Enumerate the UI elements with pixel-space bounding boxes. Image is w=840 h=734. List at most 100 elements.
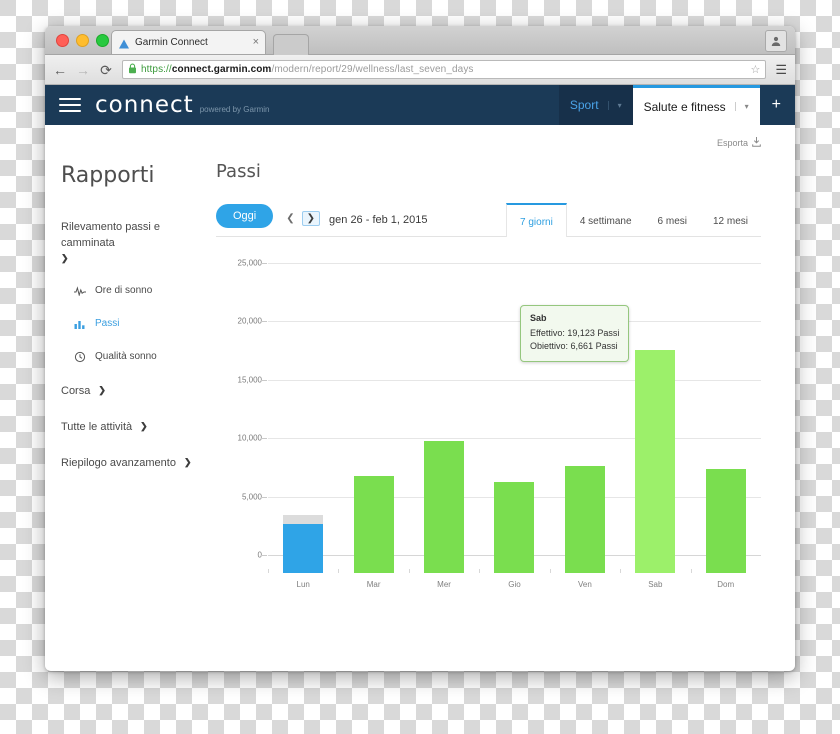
app-body: Rapporti Rilevamento passi e camminata ❯… — [45, 155, 795, 589]
window-traffic-lights[interactable] — [56, 34, 109, 47]
hamburger-menu-icon[interactable]: ☰ — [775, 63, 787, 76]
clock-icon — [74, 351, 86, 363]
app-menu-icon[interactable] — [59, 98, 81, 112]
app-nav-tabs: Sport ▾ Salute e fitness ▾ + — [558, 85, 795, 125]
close-window-button[interactable] — [56, 34, 69, 47]
add-widget-button[interactable]: + — [759, 85, 795, 125]
user-avatar-icon[interactable] — [765, 30, 787, 52]
bar-fill — [353, 476, 394, 573]
y-tick-mark — [261, 321, 267, 323]
sidebar-item-passi[interactable]: Passi — [74, 318, 210, 330]
x-axis-tick-label: Ven — [577, 580, 592, 589]
x-tick-mark — [549, 569, 551, 573]
new-tab-button[interactable] — [273, 34, 309, 55]
chart-bar-column[interactable]: Mer — [408, 263, 479, 589]
range-tabs: 7 giorni 4 settimane 6 mesi 12 mesi — [506, 202, 761, 237]
tab-4-settimane[interactable]: 4 settimane — [567, 204, 645, 236]
x-axis-tick-label: Gio — [508, 580, 521, 589]
padlock-icon — [128, 61, 137, 79]
x-tick-mark — [408, 569, 410, 573]
y-axis-tick-label: 20,000 — [237, 316, 262, 326]
bookmark-star-icon[interactable]: ☆ — [750, 63, 760, 76]
bar-fill — [705, 469, 746, 573]
url-host: connect.garmin.com — [171, 64, 272, 75]
chevron-right-icon: ❯ — [61, 252, 69, 263]
sidebar-group-label: Rilevamento passi e camminata — [61, 221, 161, 249]
tooltip-actual-label: Effettivo: — [530, 327, 565, 338]
x-tick-mark — [268, 569, 269, 573]
garmin-connect-app: connect powered by Garmin Sport ▾ Salute… — [45, 85, 795, 670]
chart-bar[interactable] — [705, 469, 746, 573]
app-brand: connect powered by Garmin — [95, 92, 270, 118]
y-axis: 0 5,000 10,000 15,000 20,000 25,000 — [220, 259, 268, 573]
goal-segment — [283, 514, 324, 524]
sidebar-group-corsa[interactable]: Corsa ❯ — [61, 384, 210, 400]
steps-bar-chart: 0 5,000 10,000 15,000 20,000 25,000 Lun Mar Mer… — [220, 259, 761, 589]
page-title: Rapporti — [61, 163, 155, 188]
chart-bar[interactable] — [564, 465, 605, 573]
next-period-button[interactable]: ❯ — [301, 211, 321, 226]
tooltip-day: Sab — [530, 313, 547, 323]
x-tick-mark — [338, 569, 340, 573]
sidebar-item-label: Qualità sonno — [95, 351, 157, 363]
sidebar-item-ore-di-sonno[interactable]: Ore di sonno — [74, 285, 210, 297]
chart-bar[interactable] — [635, 349, 676, 573]
x-axis-tick-label: Mer — [437, 580, 451, 589]
url-path: /modern/report/29/wellness/last_seven_da… — [271, 64, 474, 75]
address-bar[interactable]: https://connect.garmin.com/modern/report… — [122, 60, 767, 79]
sidebar-group-tutte-le-attivita[interactable]: Tutte le attività ❯ — [61, 420, 210, 436]
browser-tab-title: Garmin Connect — [135, 37, 208, 48]
tab-7-giorni[interactable]: 7 giorni — [506, 203, 567, 237]
chart-bar[interactable] — [283, 514, 324, 573]
export-button[interactable]: Esporta — [717, 137, 761, 149]
sidebar: Rapporti Rilevamento passi e camminata ❯… — [45, 155, 210, 573]
export-row: Esporta — [45, 125, 795, 155]
y-axis-tick-label: 15,000 — [237, 375, 262, 385]
tab-12-mesi[interactable]: 12 mesi — [700, 204, 761, 236]
y-tick-mark — [261, 496, 267, 498]
sidebar-group-riepilogo-avanzamento[interactable]: Riepilogo avanzamento ❯ — [61, 456, 210, 472]
x-tick-mark — [620, 569, 622, 573]
sidebar-item-qualita-sonno[interactable]: Qualità sonno — [74, 351, 210, 363]
y-axis-tick-label: 5,000 — [241, 492, 262, 502]
maximize-window-button[interactable] — [96, 34, 109, 47]
x-axis-tick-label: Mar — [366, 580, 381, 589]
brand-name: connect — [95, 92, 194, 118]
tooltip-goal-value: 6,661 Passi — [570, 341, 618, 351]
browser-tab-active[interactable]: Garmin Connect × — [111, 30, 266, 54]
x-axis-tick-label: Lun — [296, 580, 310, 589]
bar-fill — [564, 465, 605, 573]
previous-period-button[interactable]: ❮ — [286, 213, 294, 224]
chart-bar-column[interactable]: Mar — [338, 263, 408, 589]
sidebar-item-label: Ore di sonno — [95, 285, 153, 297]
tab-6-mesi[interactable]: 6 mesi — [645, 204, 700, 236]
tooltip-goal: Obiettivo: 6,661 Passi — [530, 340, 619, 354]
minimize-window-button[interactable] — [76, 34, 89, 47]
browser-tab-strip: Garmin Connect × — [45, 26, 795, 55]
chart-bar[interactable] — [424, 441, 465, 573]
today-button[interactable]: Oggi — [216, 204, 274, 228]
date-range-label: gen 26 - feb 1, 2015 — [329, 214, 428, 226]
back-button[interactable]: ← — [53, 63, 67, 77]
chart-bars: Lun Mar Mer Gio Ven Sab Dom — [268, 263, 761, 589]
sidebar-group-rilevamento-passi[interactable]: Rilevamento passi e camminata ❯ — [61, 220, 210, 265]
chart-bar-column[interactable]: Lun — [268, 263, 338, 589]
chart-bar-column[interactable]: Dom — [690, 263, 761, 589]
chart-bar[interactable] — [353, 476, 394, 573]
close-icon[interactable]: × — [253, 37, 259, 48]
export-download-icon — [752, 137, 761, 149]
y-tick-mark — [261, 438, 267, 440]
chevron-down-icon[interactable]: ▾ — [734, 102, 749, 111]
nav-tab-salute-e-fitness[interactable]: Salute e fitness ▾ — [632, 85, 760, 125]
nav-tab-sport[interactable]: Sport ▾ — [558, 85, 633, 125]
nav-tab-salute-label: Salute e fitness — [643, 99, 726, 114]
y-tick-mark — [261, 263, 267, 264]
reload-button[interactable]: ⟳ — [99, 63, 113, 77]
chevron-right-icon: ❯ — [98, 384, 106, 395]
forward-button[interactable]: → — [76, 63, 90, 77]
x-axis-tick-label: Sab — [648, 580, 663, 589]
tooltip-actual-value: 19,123 Passi — [567, 327, 620, 338]
chart-bar[interactable] — [494, 481, 535, 573]
chevron-down-icon[interactable]: ▾ — [607, 100, 622, 110]
chart-bar-column[interactable]: Sab — [620, 263, 690, 589]
